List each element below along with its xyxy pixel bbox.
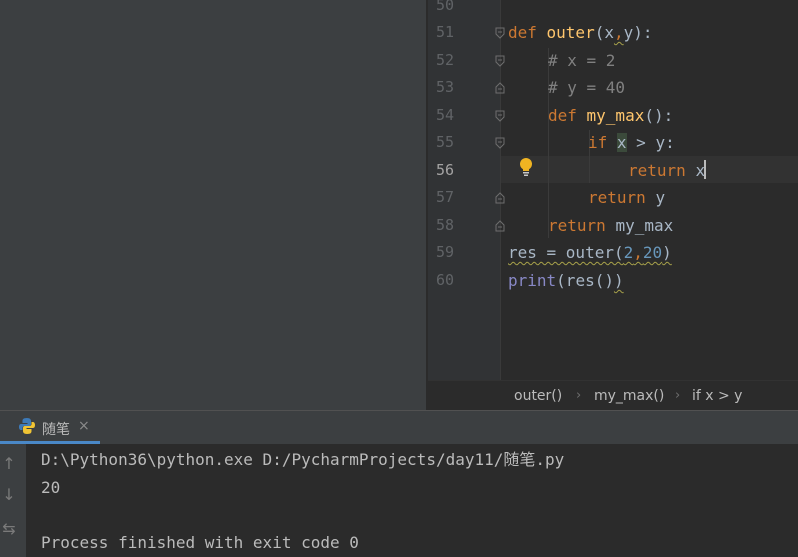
- line-number-current: 56: [435, 161, 454, 179]
- code-line-56[interactable]: return x: [628, 157, 707, 184]
- code-line-51[interactable]: def outer(x,y):: [508, 19, 653, 46]
- breadcrumb-separator: ›: [675, 388, 681, 403]
- breadcrumb-item-my-max[interactable]: my_max(): [594, 388, 664, 404]
- code-line-57[interactable]: return y: [588, 184, 665, 211]
- fold-collapse-icon[interactable]: [494, 27, 506, 39]
- code-line-60[interactable]: print(res()): [508, 267, 624, 294]
- fold-collapse-icon[interactable]: [494, 110, 506, 122]
- arrow-down-icon[interactable]: ↓: [0, 485, 18, 504]
- fold-end-icon[interactable]: [494, 82, 506, 94]
- line-number: 59: [435, 243, 454, 261]
- code-line-58[interactable]: return my_max: [548, 212, 673, 239]
- code-line-54[interactable]: def my_max():: [548, 102, 673, 129]
- line-number: 57: [435, 188, 454, 206]
- fold-collapse-icon[interactable]: [494, 137, 506, 149]
- project-pane: [0, 0, 426, 410]
- console-line-exit: Process finished with exit code 0: [41, 533, 359, 552]
- run-tool-window-header: 随笔 ×: [0, 410, 798, 444]
- fold-end-icon[interactable]: [494, 220, 506, 232]
- soft-wrap-icon[interactable]: ⇆: [0, 519, 18, 538]
- console-line-command: D:\Python36\python.exe D:/PycharmProject…: [41, 450, 565, 469]
- breadcrumb-separator: ›: [576, 388, 582, 403]
- lightbulb-icon[interactable]: [518, 157, 534, 177]
- run-tab-label: 随笔: [42, 422, 70, 438]
- code-line-55[interactable]: if x > y:: [588, 129, 675, 156]
- code-line-59[interactable]: res = outer(2,20): [508, 239, 672, 266]
- text-caret: [704, 160, 707, 179]
- line-number: 58: [435, 216, 454, 234]
- run-tab[interactable]: 随笔 ×: [0, 411, 100, 444]
- line-number: 50: [435, 0, 454, 14]
- close-icon[interactable]: ×: [78, 418, 90, 434]
- code-line-52[interactable]: # x = 2: [548, 47, 615, 74]
- breadcrumb-item-if[interactable]: if x > y: [692, 388, 742, 404]
- arrow-up-icon[interactable]: ↑: [0, 454, 18, 473]
- code-line-53[interactable]: # y = 40: [548, 74, 625, 101]
- line-number: 52: [435, 51, 454, 69]
- line-number: 53: [435, 78, 454, 96]
- line-number: 54: [435, 106, 454, 124]
- fold-end-icon[interactable]: [494, 192, 506, 204]
- console-toolbar: ↑ ↓ ⇆: [0, 444, 26, 557]
- breadcrumb-item-outer[interactable]: outer(): [514, 388, 562, 404]
- line-number: 51: [435, 23, 454, 41]
- run-console-output[interactable]: D:\Python36\python.exe D:/PycharmProject…: [26, 444, 798, 557]
- line-number: 55: [435, 133, 454, 151]
- fold-collapse-icon[interactable]: [494, 55, 506, 67]
- breadcrumb: outer() › my_max() › if x > y: [428, 380, 798, 411]
- python-icon: [19, 418, 35, 434]
- line-number: 60: [435, 271, 454, 289]
- console-line-output: 20: [41, 478, 61, 497]
